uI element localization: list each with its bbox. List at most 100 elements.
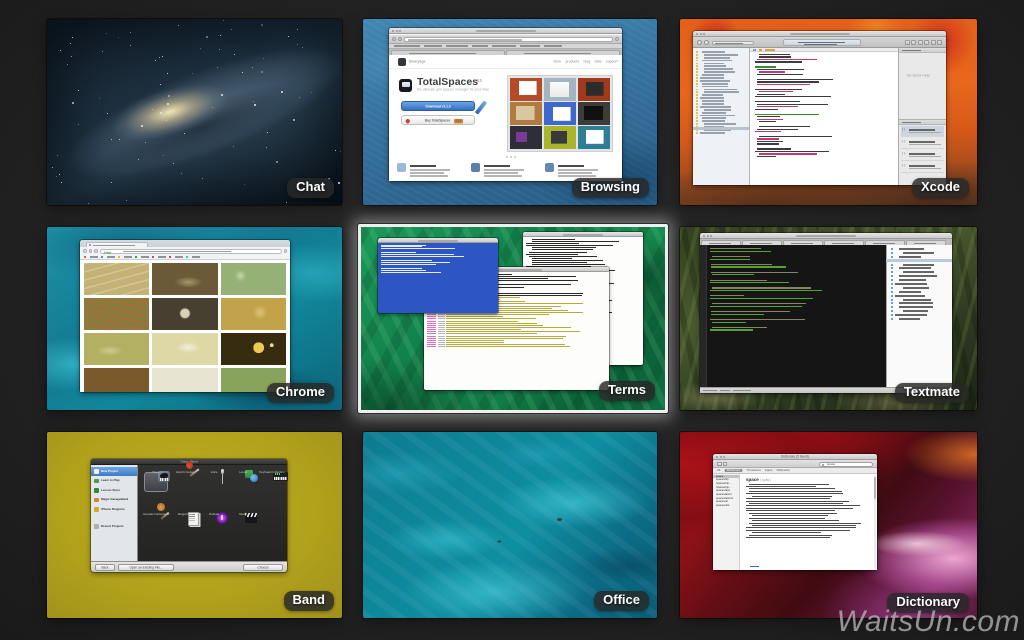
choose-button: Choose bbox=[243, 564, 283, 571]
omnibox: https bbox=[100, 249, 282, 254]
dictionary-toolbar: space bbox=[713, 460, 877, 468]
address-bar bbox=[404, 37, 613, 42]
word-list-sidebar: space spaceship Spaceship... Spaceship..… bbox=[713, 474, 740, 571]
stop-button bbox=[704, 40, 709, 45]
totalspaces-app-icon bbox=[399, 79, 412, 92]
project-type-movie: Movie bbox=[228, 511, 257, 519]
island bbox=[557, 518, 562, 521]
sidebar-item-lesson-store: Lesson Store bbox=[91, 486, 137, 495]
space-label-textmate: Textmate bbox=[895, 383, 969, 403]
back-forward-buttons bbox=[717, 462, 727, 466]
window-titlebar bbox=[523, 232, 643, 237]
chrome-window: https bbox=[80, 240, 290, 392]
textmate-window bbox=[700, 233, 952, 393]
space-tile-terms-selected[interactable]: Terms bbox=[358, 224, 668, 413]
download-button: Download v1.1.3 bbox=[401, 101, 475, 111]
version-badge: 1.1 bbox=[477, 79, 482, 83]
space-label-band: Band bbox=[284, 591, 335, 611]
binaryage-logo-text: binaryage bbox=[409, 60, 426, 64]
code-editor bbox=[750, 48, 898, 185]
chrome-toolbar: https bbox=[80, 247, 290, 255]
project-navigator bbox=[693, 48, 750, 185]
space-tile-chat[interactable]: Chat bbox=[47, 19, 342, 205]
space-tile-chrome[interactable]: https Chrome bbox=[47, 227, 342, 410]
hyperlink bbox=[750, 566, 759, 567]
browser-toolbar bbox=[389, 35, 622, 44]
scheme-selector bbox=[712, 41, 754, 46]
project-type-keyboard-collection: Keyboard Collection bbox=[257, 469, 286, 477]
space-label-office: Office bbox=[594, 591, 649, 611]
xcode-toolbar bbox=[693, 37, 946, 48]
chrome-tab-strip bbox=[80, 240, 290, 247]
project-type-songwriting: Songwriting bbox=[170, 511, 199, 519]
quick-help-placeholder: No Quick Help bbox=[907, 74, 930, 78]
project-type-podcast: Podcast bbox=[199, 511, 228, 519]
ssh-session-output bbox=[381, 245, 495, 312]
garageband-window: GarageBand New Project Learn to Play Les… bbox=[91, 459, 287, 572]
binaryage-logo-icon bbox=[398, 58, 406, 66]
space-label-chrome: Chrome bbox=[267, 383, 334, 403]
webpage-tagline: the ultimate grid spaces manager for you… bbox=[417, 88, 489, 92]
space-tile-office[interactable]: Office bbox=[363, 432, 657, 618]
snippet-item: { } bbox=[901, 138, 944, 149]
snippet-item: { } bbox=[901, 150, 944, 161]
webpage-nav: storeproductsblogbetasupport bbox=[554, 60, 618, 64]
sidebar-item-magic-garageband: Magic GarageBand bbox=[91, 496, 137, 505]
space-tile-xcode[interactable]: No Quick Help { } { } { } { } Xcode bbox=[680, 19, 977, 205]
xcode-window: No Quick Help { } { } { } { } bbox=[693, 31, 946, 185]
safari-window: binaryage storeproductsblogbetasupport T… bbox=[389, 28, 622, 181]
project-type-acoustic-instruments: Acoustic Instruments bbox=[141, 511, 170, 519]
space-tile-browsing[interactable]: binaryage storeproductsblogbetasupport T… bbox=[363, 19, 657, 205]
scrollbar[interactable] bbox=[874, 475, 877, 570]
garageband-footer: Back Open an Existing File... Choose bbox=[91, 561, 287, 572]
search-field: space bbox=[819, 462, 873, 467]
totalspaces-webpage: binaryage storeproductsblogbetasupport T… bbox=[389, 55, 622, 181]
sidebar-item-new-project: New Project bbox=[91, 467, 137, 476]
terminal-window-blue bbox=[378, 238, 498, 313]
buy-button: Buy TotalSpaces$18 bbox=[401, 115, 475, 125]
space-tile-band[interactable]: GarageBand New Project Learn to Play Les… bbox=[47, 432, 342, 618]
code-lines bbox=[755, 54, 896, 185]
file-browser-sidebar bbox=[886, 245, 952, 387]
code-lines bbox=[710, 248, 884, 387]
space-label-xcode: Xcode bbox=[912, 178, 969, 198]
snippet-library: { } { } { } { } bbox=[899, 119, 946, 185]
space-label-chat: Chat bbox=[287, 178, 334, 198]
word-list-item: spacesuits bbox=[713, 504, 739, 508]
sidebar-item-recent-projects: Recent Projects bbox=[91, 522, 137, 531]
pencil-graphic bbox=[475, 100, 487, 114]
garageband-project-types: Piano Electric Guitar Voice Loops Keyboa… bbox=[138, 465, 287, 561]
definition-pane: space | spās | bbox=[740, 474, 877, 571]
open-existing-file-button: Open an Existing File... bbox=[118, 564, 174, 571]
webpage-screenshot-grid bbox=[507, 75, 613, 152]
snippet-item: { } bbox=[901, 162, 944, 173]
snippet-item: { } bbox=[901, 126, 944, 137]
window-controls bbox=[696, 33, 705, 35]
space-label-terms: Terms bbox=[599, 381, 655, 401]
space-tile-textmate[interactable]: Textmate bbox=[680, 227, 977, 410]
window-controls bbox=[703, 235, 712, 237]
project-type-loops: Loops bbox=[228, 469, 257, 477]
jump-bar bbox=[750, 48, 898, 52]
window-titlebar bbox=[378, 238, 498, 243]
editor-view-buttons bbox=[905, 40, 943, 45]
webpage-title: TotalSpaces bbox=[417, 76, 478, 88]
watermark: WaitsUn.com bbox=[837, 605, 1020, 639]
project-type-voice: Voice bbox=[199, 469, 228, 477]
sidebar-item-iphone-ringtone: iPhone Ringtone bbox=[91, 505, 137, 514]
project-type-piano: Piano bbox=[141, 469, 170, 477]
definition-text bbox=[746, 484, 870, 569]
utility-panel: No Quick Help { } { } { } { } bbox=[898, 48, 946, 185]
magnifier-icon bbox=[822, 464, 824, 466]
space-label-browsing: Browsing bbox=[572, 178, 649, 198]
garageband-sidebar: New Project Learn to Play Lesson Store M… bbox=[91, 465, 138, 561]
price-tag: $18 bbox=[454, 119, 463, 124]
project-type-electric-guitar: Electric Guitar bbox=[170, 469, 199, 477]
activity-viewer bbox=[783, 39, 861, 46]
dictionary-window: Dictionary (5 found) space AllDictionary… bbox=[713, 454, 877, 570]
window-titlebar bbox=[389, 28, 622, 34]
space-tile-dictionary[interactable]: Dictionary (5 found) space AllDictionary… bbox=[680, 432, 977, 618]
run-button bbox=[697, 40, 702, 45]
back-button: Back bbox=[95, 564, 115, 571]
webpage-header: binaryage storeproductsblogbetasupport bbox=[389, 55, 622, 69]
